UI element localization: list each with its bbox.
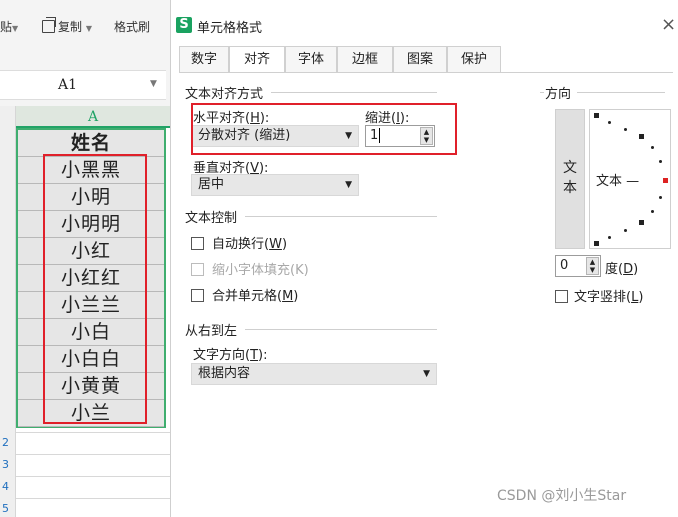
dial-mark <box>651 210 654 213</box>
dial-mark <box>608 236 611 239</box>
copy-icon <box>42 17 56 33</box>
dial-mark <box>594 113 599 118</box>
shrink-to-fit-checkbox: 缩小字体填充(K) <box>191 259 309 278</box>
dial-mark <box>594 241 599 246</box>
checkbox-icon <box>555 290 568 303</box>
rotation-dial[interactable]: 文本 — <box>589 109 671 249</box>
vertical-text-button[interactable]: 文 本 <box>555 109 585 249</box>
watermark: CSDN @刘小生Star <box>497 488 627 504</box>
dial-mark <box>624 128 627 131</box>
copy-button[interactable]: 复制 ▼ <box>42 17 92 35</box>
divider <box>245 329 437 330</box>
text-alignment-section: 文本对齐方式 <box>185 87 264 102</box>
row-header <box>0 106 16 517</box>
row-number[interactable]: 2 <box>2 436 9 449</box>
screenshot: 贴▼ 复制 ▼ 格式刷 A1 ▼ A 姓名 小黑黑 小明 小明明 小红 小红红 小兰兰 小白… <box>0 0 678 517</box>
app-logo-icon: S <box>176 17 192 33</box>
dial-mark <box>608 121 611 124</box>
text-direction-label: 文字方向(T): <box>193 348 268 363</box>
checkbox-icon <box>191 237 204 250</box>
format-cells-dialog: S 单元格格式 × 数字 对齐 字体 边框 图案 保护 文本对齐方式 水平对齐(… <box>170 0 678 517</box>
chevron-down-icon: ▼ <box>423 369 430 379</box>
dial-text: 文本 — <box>596 174 640 189</box>
title-bar: S 单元格格式 × <box>171 0 678 42</box>
grid-line <box>16 454 170 455</box>
grid-line <box>16 432 170 433</box>
divider <box>540 92 544 93</box>
tab-pattern[interactable]: 图案 <box>393 46 447 72</box>
highlight-box-alignment <box>191 103 457 155</box>
divider <box>245 216 437 217</box>
dialog-title: 单元格格式 <box>197 21 263 36</box>
merge-cells-checkbox[interactable]: 合并单元格(M) <box>191 285 298 304</box>
header-cell[interactable]: 姓名 <box>18 130 164 157</box>
grid-line <box>16 476 170 477</box>
degree-stepper[interactable]: 0 ▲ ▼ <box>555 255 601 277</box>
alignment-panel: 文本对齐方式 水平对齐(H): 分散对齐 (缩进) ▼ 缩进(I): 1 ▲ ▼ 垂… <box>179 72 673 517</box>
divider <box>271 92 437 93</box>
dial-mark <box>639 220 644 225</box>
tab-protection[interactable]: 保护 <box>447 46 501 72</box>
dial-pointer <box>663 178 668 183</box>
checkbox-icon <box>191 289 204 302</box>
grid-line <box>16 498 170 499</box>
chevron-down-icon: ▼ <box>345 180 352 190</box>
text-control-section: 文本控制 <box>185 211 238 226</box>
orientation-control: 文 本 文本 — <box>549 103 671 251</box>
text-direction-select[interactable]: 根据内容 ▼ <box>191 363 437 385</box>
dial-mark <box>624 229 627 232</box>
rtl-section: 从右到左 <box>185 324 238 339</box>
format-painter-button[interactable]: 格式刷 <box>114 18 150 35</box>
tab-number[interactable]: 数字 <box>179 46 229 72</box>
tab-border[interactable]: 边框 <box>337 46 393 72</box>
tab-alignment[interactable]: 对齐 <box>229 46 285 73</box>
spreadsheet: 贴▼ 复制 ▼ 格式刷 A1 ▼ A 姓名 小黑黑 小明 小明明 小红 小红红 小兰兰 小白… <box>0 0 170 517</box>
wrap-text-checkbox[interactable]: 自动换行(W) <box>191 233 287 252</box>
cell-reference: A1 <box>58 77 78 93</box>
ribbon: 贴▼ 复制 ▼ 格式刷 <box>0 0 170 58</box>
dial-mark <box>639 134 644 139</box>
dial-mark <box>659 160 662 163</box>
vertical-stack-checkbox[interactable]: 文字竖排(L) <box>555 286 643 305</box>
paste-button[interactable]: 贴▼ <box>0 18 18 35</box>
name-box[interactable]: A1 ▼ <box>0 70 166 100</box>
degree-label: 度(D) <box>605 262 639 277</box>
close-icon[interactable]: × <box>661 14 676 35</box>
column-header-a[interactable]: A <box>16 106 170 128</box>
orientation-section: 方向 <box>545 87 572 102</box>
tab-font[interactable]: 字体 <box>285 46 337 72</box>
dial-mark <box>659 196 662 199</box>
vertical-align-select[interactable]: 居中 ▼ <box>191 174 359 196</box>
row-number[interactable]: 3 <box>2 458 9 471</box>
checkbox-icon <box>191 263 204 276</box>
row-number[interactable]: 5 <box>2 502 9 515</box>
stepper-arrows-icon[interactable]: ▲ ▼ <box>586 257 599 275</box>
row-number[interactable]: 4 <box>2 480 9 493</box>
highlight-box-names <box>43 154 147 424</box>
chevron-down-icon[interactable]: ▼ <box>150 79 157 89</box>
dial-mark <box>651 146 654 149</box>
divider <box>577 92 665 93</box>
